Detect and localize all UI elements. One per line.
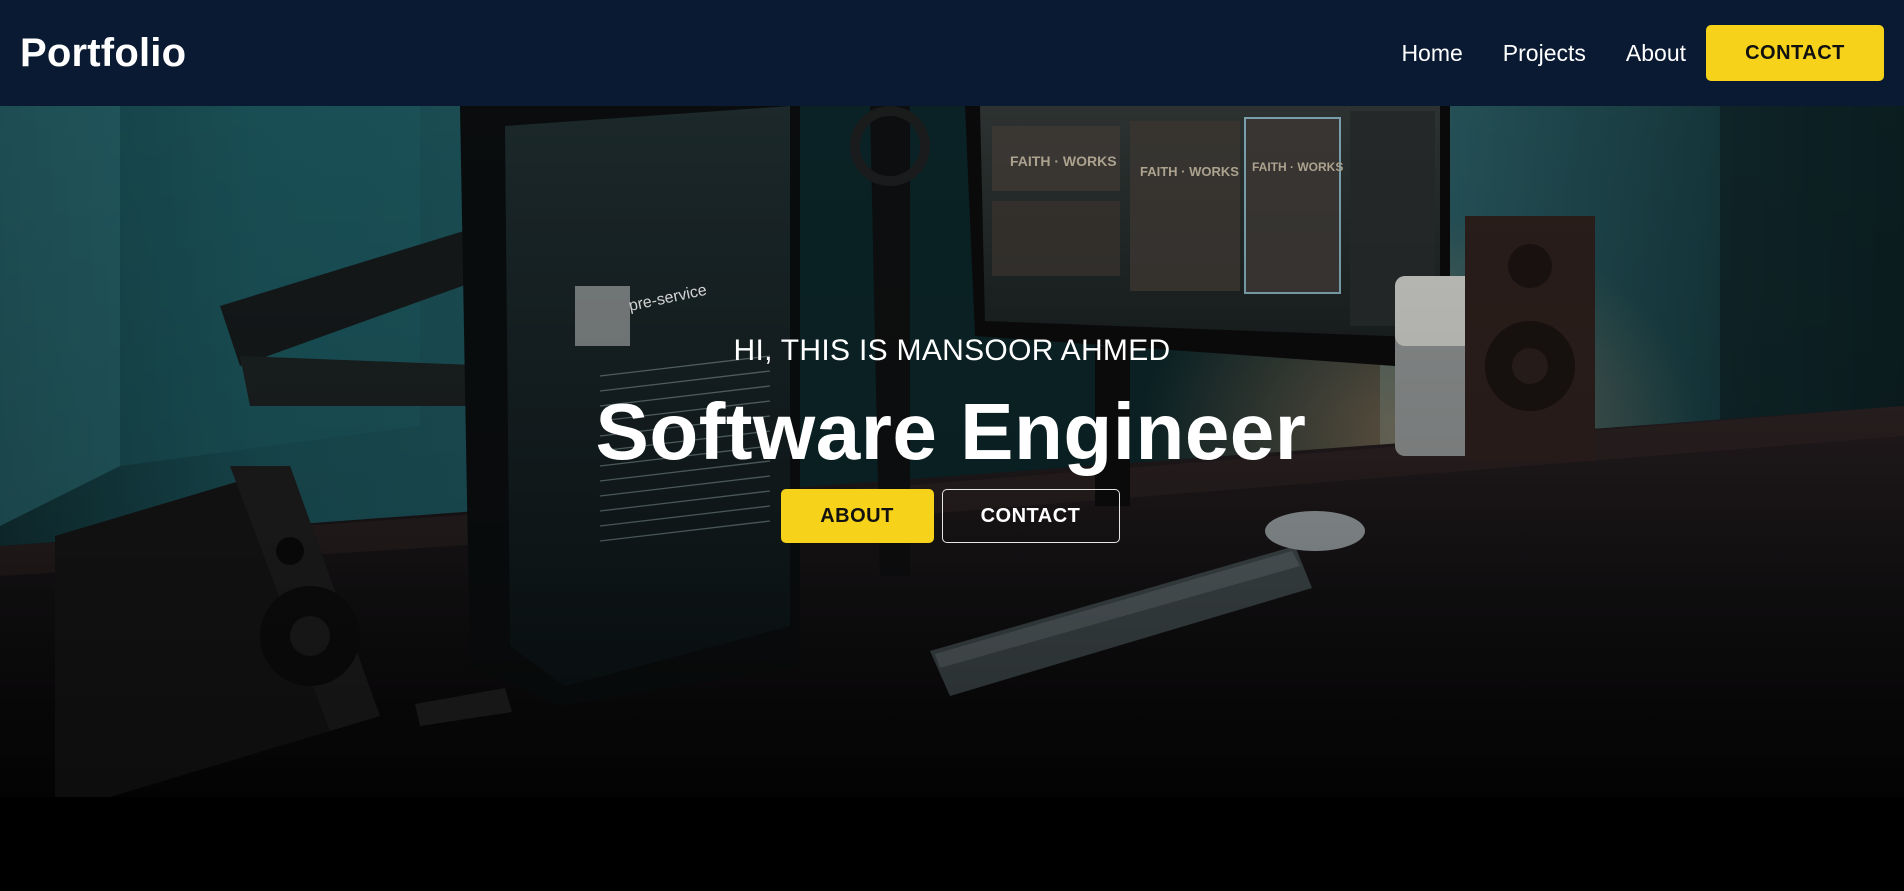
- hero-title: Software Engineer: [595, 387, 1307, 476]
- contact-button[interactable]: CONTACT: [941, 489, 1120, 543]
- hero-content: HI, THIS IS MANSOOR AHMED Software Engin…: [0, 106, 1904, 797]
- nav-link-projects[interactable]: Projects: [1503, 40, 1586, 67]
- nav-link-home[interactable]: Home: [1401, 40, 1462, 67]
- about-button[interactable]: ABOUT: [780, 489, 934, 543]
- nav-links: Home Projects About CONTACT: [1401, 25, 1884, 81]
- nav-contact-button[interactable]: CONTACT: [1706, 25, 1884, 81]
- hero-section: pre-service FAITH · WORKS FAITH · WORKS …: [0, 106, 1904, 797]
- nav-link-about[interactable]: About: [1626, 40, 1686, 67]
- brand-logo[interactable]: Portfolio: [20, 31, 186, 76]
- page-bottom-area: [0, 797, 1904, 891]
- navbar: Portfolio Home Projects About CONTACT: [0, 0, 1904, 106]
- hero-greeting: HI, THIS IS MANSOOR AHMED: [733, 334, 1171, 367]
- hero-buttons: ABOUT CONTACT: [0, 489, 1904, 543]
